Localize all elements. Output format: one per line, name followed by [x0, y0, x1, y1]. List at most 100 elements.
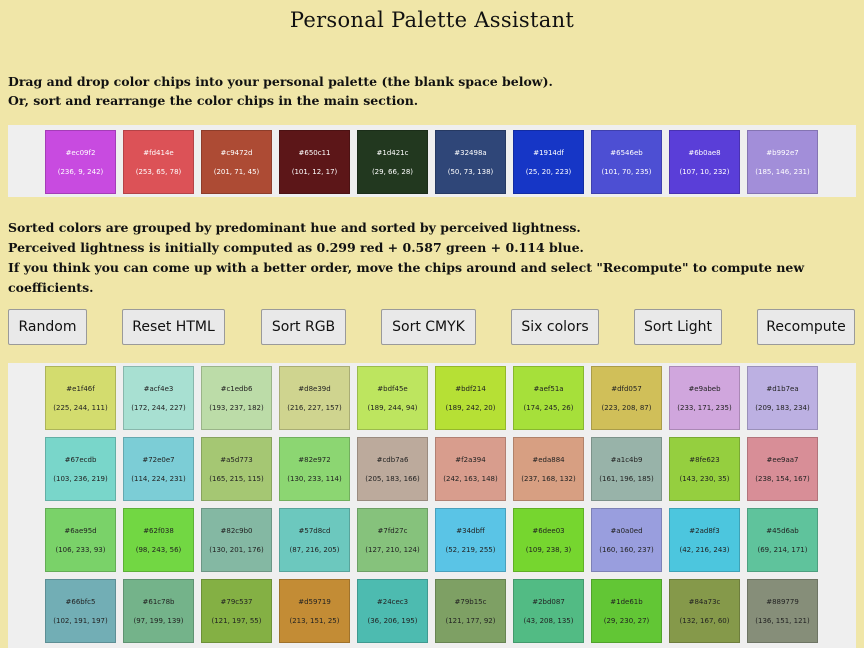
color-chip[interactable]: #d1b7ea (209, 183, 234) — [747, 366, 818, 430]
random-button[interactable]: Random — [8, 309, 87, 345]
sort-light-button[interactable]: Sort Light — [634, 309, 722, 345]
chip-rgb: (136, 151, 121) — [755, 617, 810, 625]
color-chip[interactable]: #79b15c (121, 177, 92) — [435, 579, 506, 643]
color-chip[interactable]: #bdf45e (189, 244, 94) — [357, 366, 428, 430]
color-chip[interactable]: #fd414e (253, 65, 78) — [123, 130, 194, 194]
chip-rgb: (109, 238, 3) — [525, 546, 572, 554]
color-chip[interactable]: #d8e39d (216, 227, 157) — [279, 366, 350, 430]
notes-line: Sorted colors are grouped by predominant… — [8, 220, 581, 235]
color-chip[interactable]: #66bfc5 (102, 191, 197) — [45, 579, 116, 643]
color-chip[interactable]: #2ad8f3 (42, 216, 243) — [669, 508, 740, 572]
recompute-button[interactable]: Recompute — [757, 309, 855, 345]
color-chip[interactable]: #1914df (25, 20, 223) — [513, 130, 584, 194]
chip-rgb: (174, 245, 26) — [523, 404, 574, 412]
color-chip[interactable]: #6b0ae8 (107, 10, 232) — [669, 130, 740, 194]
color-chip[interactable]: #79c537 (121, 197, 55) — [201, 579, 272, 643]
chip-hex: #2bd087 — [532, 598, 565, 606]
chip-hex: #a5d773 — [220, 456, 253, 464]
color-chip[interactable]: #a5d773 (165, 215, 115) — [201, 437, 272, 501]
chip-rgb: (29, 66, 28) — [371, 168, 414, 176]
chip-rgb: (160, 160, 237) — [599, 546, 654, 554]
chip-rgb: (201, 71, 45) — [213, 168, 260, 176]
color-chip[interactable]: #84a73c (132, 167, 60) — [669, 579, 740, 643]
color-chip[interactable]: #1de61b (29, 230, 27) — [591, 579, 662, 643]
color-chip[interactable]: #a1c4b9 (161, 196, 185) — [591, 437, 662, 501]
color-chip[interactable]: #67ecdb (103, 236, 219) — [45, 437, 116, 501]
reset-html-button[interactable]: Reset HTML — [122, 309, 225, 345]
color-chip[interactable]: #32498a (50, 73, 138) — [435, 130, 506, 194]
chip-hex: #1d421c — [376, 149, 409, 157]
chip-hex: #82c9b0 — [220, 527, 253, 535]
color-chip[interactable]: #45d6ab (69, 214, 171) — [747, 508, 818, 572]
color-chip[interactable]: #bdf214 (189, 242, 20) — [435, 366, 506, 430]
chip-hex: #bdf45e — [377, 385, 408, 393]
color-chip[interactable]: #eda884 (237, 168, 132) — [513, 437, 584, 501]
chip-hex: #6dee03 — [532, 527, 565, 535]
chip-rgb: (242, 163, 148) — [443, 475, 498, 483]
chip-hex: #bdf214 — [455, 385, 486, 393]
color-chip[interactable]: #82e972 (130, 233, 114) — [279, 437, 350, 501]
chip-hex: #79c537 — [220, 598, 253, 606]
color-chip[interactable]: #82c9b0 (130, 201, 176) — [201, 508, 272, 572]
color-chip[interactable]: #2bd087 (43, 208, 135) — [513, 579, 584, 643]
chip-hex: #34dbff — [456, 527, 485, 535]
color-chip[interactable]: #1d421c (29, 66, 28) — [357, 130, 428, 194]
sort-cmyk-button[interactable]: Sort CMYK — [381, 309, 476, 345]
color-chip[interactable]: #ee9aa7 (238, 154, 167) — [747, 437, 818, 501]
chip-rgb: (50, 73, 138) — [447, 168, 494, 176]
color-chip[interactable]: #72e0e7 (114, 224, 231) — [123, 437, 194, 501]
chip-hex: #c9472d — [220, 149, 253, 157]
personal-palette[interactable]: #ec09f2 (236, 9, 242) #fd414e (253, 65, 78)… — [8, 125, 856, 197]
chip-rgb: (29, 230, 27) — [603, 617, 650, 625]
color-chip[interactable]: #f2a394 (242, 163, 148) — [435, 437, 506, 501]
chip-rgb: (205, 183, 166) — [365, 475, 420, 483]
chip-hex: #6546eb — [610, 149, 643, 157]
six-colors-button[interactable]: Six colors — [511, 309, 599, 345]
chip-hex: #f2a394 — [455, 456, 486, 464]
color-chip[interactable]: #ec09f2 (236, 9, 242) — [45, 130, 116, 194]
color-chip[interactable]: #b992e7 (185, 146, 231) — [747, 130, 818, 194]
color-chip[interactable]: #e1f46f (225, 244, 111) — [45, 366, 116, 430]
chip-hex: #cdb7a6 — [376, 456, 409, 464]
chip-hex: #6b0ae8 — [688, 149, 721, 157]
color-chip[interactable]: #57d8cd (87, 216, 205) — [279, 508, 350, 572]
color-chip[interactable]: #dfd057 (223, 208, 87) — [591, 366, 662, 430]
chip-rgb: (185, 146, 231) — [755, 168, 810, 176]
chip-rgb: (236, 9, 242) — [57, 168, 104, 176]
main-chip-section[interactable]: #e1f46f (225, 244, 111) #acf4e3 (172, 244, … — [8, 363, 856, 648]
color-chip[interactable]: #cdb7a6 (205, 183, 166) — [357, 437, 428, 501]
color-chip[interactable]: #61c78b (97, 199, 139) — [123, 579, 194, 643]
intro-line: Drag and drop color chips into your pers… — [8, 74, 553, 89]
chip-hex: #7fd27c — [377, 527, 408, 535]
chip-rgb: (121, 177, 92) — [445, 617, 496, 625]
chip-hex: #32498a — [454, 149, 487, 157]
chip-hex: #e9abeb — [688, 385, 721, 393]
chip-hex: #fd414e — [143, 149, 174, 157]
color-chip[interactable]: #34dbff (52, 219, 255) — [435, 508, 506, 572]
color-chip[interactable]: #a0a0ed (160, 160, 237) — [591, 508, 662, 572]
chip-hex: #889779 — [766, 598, 799, 606]
chip-hex: #b992e7 — [766, 149, 799, 157]
color-chip[interactable]: #8fe623 (143, 230, 35) — [669, 437, 740, 501]
color-chip[interactable]: #650c11 (101, 12, 17) — [279, 130, 350, 194]
chip-rgb: (143, 230, 35) — [679, 475, 730, 483]
color-chip[interactable]: #c1edb6 (193, 237, 182) — [201, 366, 272, 430]
color-chip[interactable]: #aef51a (174, 245, 26) — [513, 366, 584, 430]
color-chip[interactable]: #7fd27c (127, 210, 124) — [357, 508, 428, 572]
color-chip[interactable]: #24cec3 (36, 206, 195) — [357, 579, 428, 643]
color-chip[interactable]: #d59719 (213, 151, 25) — [279, 579, 350, 643]
color-chip[interactable]: #6546eb (101, 70, 235) — [591, 130, 662, 194]
sort-rgb-button[interactable]: Sort RGB — [261, 309, 346, 345]
color-chip[interactable]: #c9472d (201, 71, 45) — [201, 130, 272, 194]
color-chip[interactable]: #62f038 (98, 243, 56) — [123, 508, 194, 572]
color-chip[interactable]: #6ae95d (106, 233, 93) — [45, 508, 116, 572]
color-chip[interactable]: #6dee03 (109, 238, 3) — [513, 508, 584, 572]
chip-rgb: (103, 236, 219) — [53, 475, 108, 483]
color-chip[interactable]: #889779 (136, 151, 121) — [747, 579, 818, 643]
color-chip[interactable]: #acf4e3 (172, 244, 227) — [123, 366, 194, 430]
chip-rgb: (107, 10, 232) — [679, 168, 730, 176]
color-chip[interactable]: #e9abeb (233, 171, 235) — [669, 366, 740, 430]
chip-hex: #650c11 — [298, 149, 331, 157]
chip-hex: #57d8cd — [298, 527, 331, 535]
intro-line: Or, sort and rearrange the color chips i… — [8, 93, 419, 108]
